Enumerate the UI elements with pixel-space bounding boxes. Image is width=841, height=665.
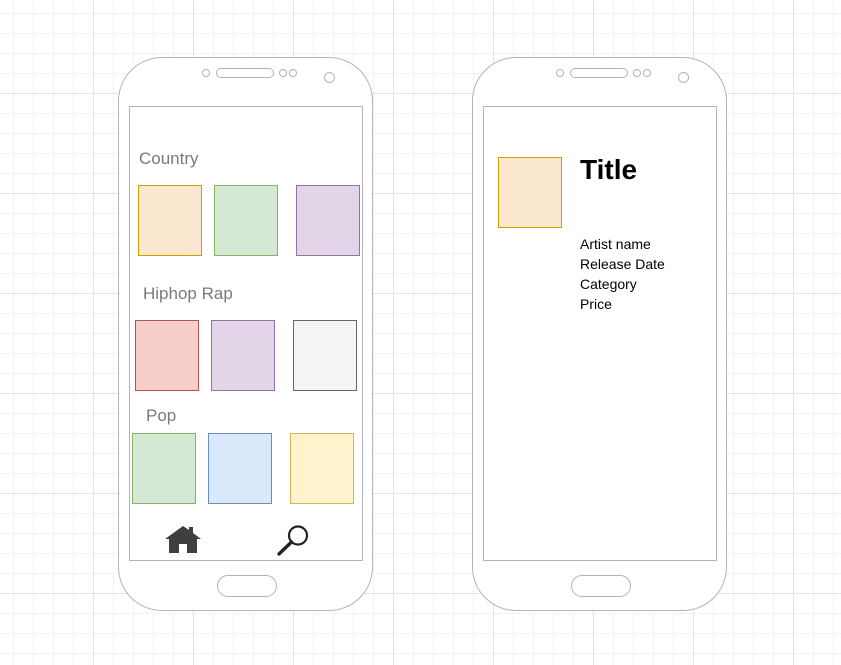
phone-camera — [324, 72, 335, 83]
album-tile[interactable] — [296, 185, 360, 256]
phone-sensor-dot — [556, 69, 564, 77]
album-tile[interactable] — [214, 185, 278, 256]
album-title: Title — [580, 154, 638, 185]
album-tile[interactable] — [208, 433, 272, 504]
phone-sensor-dot — [289, 69, 297, 77]
detail-release-date: Release Date — [580, 256, 665, 272]
home-icon[interactable] — [164, 525, 202, 555]
detail-category: Category — [580, 276, 637, 292]
phone-sensor-dot — [643, 69, 651, 77]
phone-home-key[interactable] — [217, 575, 277, 597]
phone-sensor-dot — [279, 69, 287, 77]
phone-home-key[interactable] — [571, 575, 631, 597]
album-tile[interactable] — [211, 320, 275, 391]
phone-speaker — [216, 68, 274, 78]
album-tile[interactable] — [290, 433, 354, 504]
detail-price: Price — [580, 296, 612, 312]
phone-speaker — [570, 68, 628, 78]
section-label-hiphop-rap: Hiphop Rap — [143, 284, 233, 303]
album-tile[interactable] — [293, 320, 357, 391]
section-label-pop: Pop — [146, 406, 177, 425]
search-icon[interactable] — [275, 524, 311, 556]
section-label-country: Country — [139, 149, 199, 168]
album-details: Artist name Release Date Category Price — [580, 234, 665, 314]
phone-sensor-dot — [202, 69, 210, 77]
album-cover — [498, 157, 562, 228]
phone-camera — [678, 72, 689, 83]
phone-sensor-dot — [633, 69, 641, 77]
album-tile[interactable] — [132, 433, 196, 504]
album-tile[interactable] — [138, 185, 202, 256]
detail-artist-name: Artist name — [580, 236, 651, 252]
album-tile[interactable] — [135, 320, 199, 391]
